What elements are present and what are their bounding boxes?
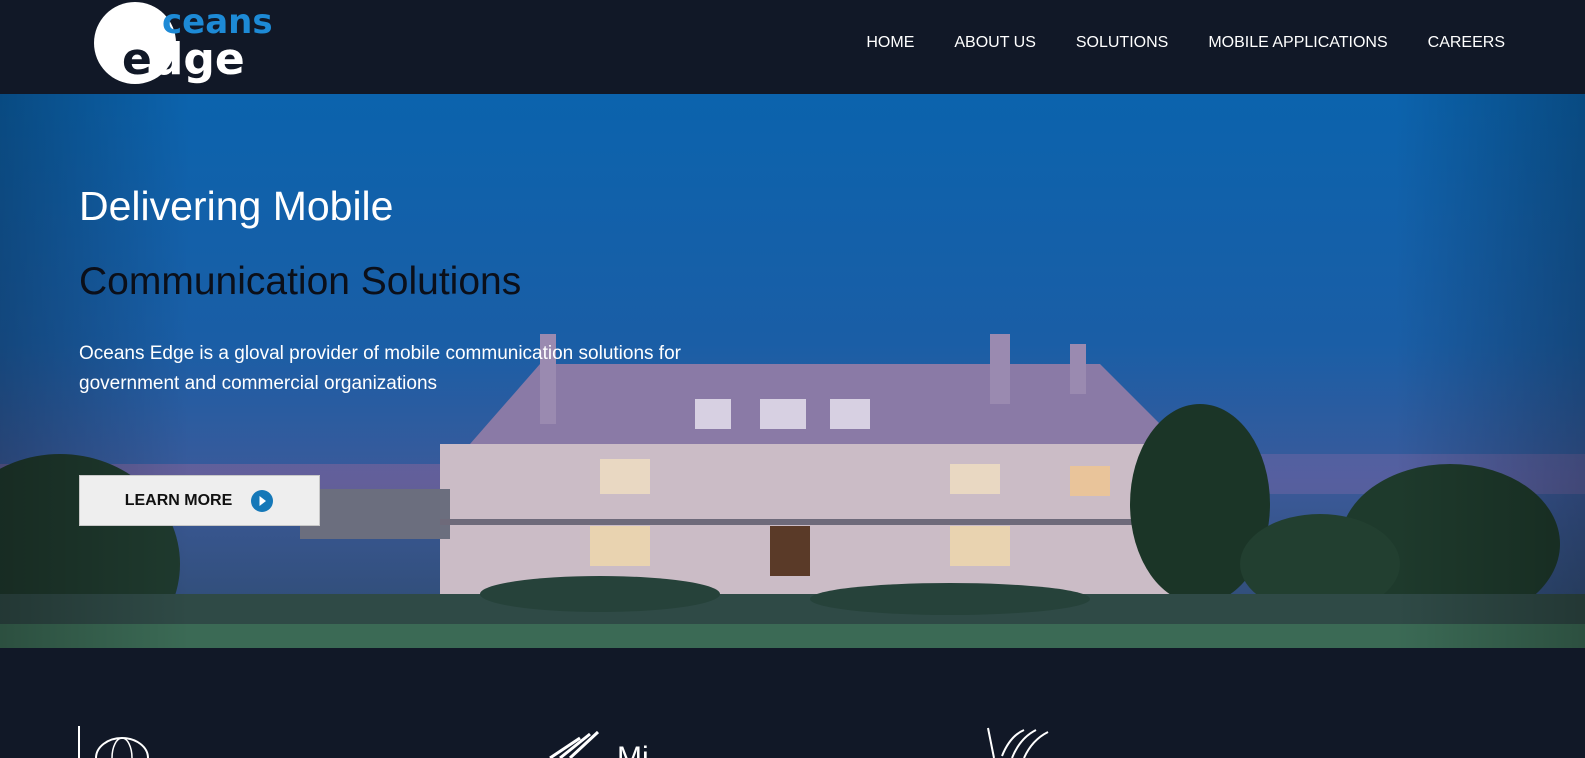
satellite-dish-icon [549,730,600,758]
feature-divider [78,726,80,758]
hero-banner: Delivering Mobile Communication Solution… [0,94,1585,648]
signal-tower-icon [987,727,1049,758]
nav-about-us[interactable]: ABOUT US [954,34,1036,52]
main-nav: HOME ABOUT US SOLUTIONS MOBILE APPLICATI… [866,0,1505,86]
site-header: ceans edge HOME ABOUT US SOLUTIONS MOBIL… [0,0,1585,94]
nav-home[interactable]: HOME [866,34,914,52]
hero-description: Oceans Edge is a gloval provider of mobi… [79,343,681,394]
hero-title-line2: Communication Solutions [79,260,522,303]
nav-careers[interactable]: CAREERS [1428,34,1505,52]
nav-mobile-applications[interactable]: MOBILE APPLICATIONS [1208,34,1387,52]
oceans-edge-logo[interactable]: ceans edge [80,0,300,92]
learn-more-label: LEARN MORE [124,491,233,509]
logo-text-bottom: edge [122,34,245,85]
hero-title-line1: Delivering Mobile [79,183,394,229]
learn-more-button[interactable]: LEARN MORE [79,475,320,526]
nav-solutions[interactable]: SOLUTIONS [1076,34,1168,52]
circle-play-icon [251,489,274,512]
feature-label: Mi [617,741,649,758]
features-strip: Mi [0,648,1585,758]
globe-icon [95,737,149,758]
